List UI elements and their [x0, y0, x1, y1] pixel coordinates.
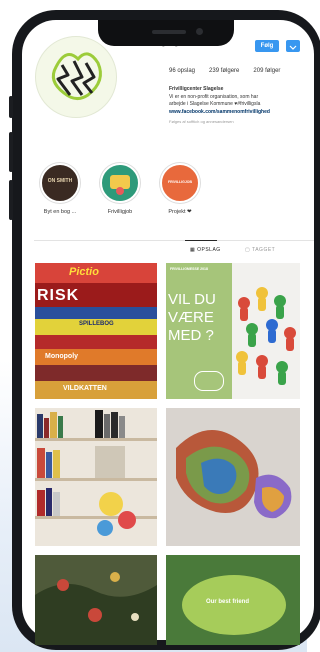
- post-image: [182, 575, 286, 635]
- following-count[interactable]: 209 følger: [253, 68, 280, 74]
- highlight-cover: FRIVILLIGJOB: [160, 163, 200, 203]
- profile-stats: 96 opslag 239 følgere 209 følger: [169, 68, 280, 74]
- active-tab-indicator: [185, 240, 217, 241]
- post-image: [166, 408, 300, 546]
- logo-icon: [194, 371, 224, 391]
- highlight-frivilligjob[interactable]: Frivilligjob: [100, 163, 140, 215]
- front-camera: [196, 28, 203, 35]
- post-text: Pictio: [69, 266, 99, 278]
- post-text: Monopoly: [45, 353, 79, 360]
- highlight-cover: ON SMITH: [40, 163, 80, 203]
- post-text: MED ?: [168, 327, 214, 344]
- highlight-label: Byt en bog ...: [43, 209, 77, 215]
- post-text: Our best friend: [206, 599, 250, 605]
- highlight-label: Frivilligjob: [107, 209, 133, 215]
- profile-avatar[interactable]: [35, 36, 117, 118]
- suggestions-button[interactable]: [286, 40, 300, 52]
- post-image: [35, 408, 157, 546]
- volume-down-button: [9, 180, 13, 220]
- profile-bio: Frivilligcenter Slagelse Vi er en non-pr…: [169, 86, 304, 126]
- highlight-cover-text: ON SMITH: [47, 178, 73, 184]
- post-text: FRIVILLIGMESSE 2018: [170, 267, 208, 271]
- post-games[interactable]: Pictio RISK SPILLEBOG VILDKATTEN Monopol…: [35, 263, 157, 399]
- tab-label: OPSLAG: [197, 247, 221, 253]
- post-green-card[interactable]: Our best friend: [166, 555, 300, 645]
- post-text: VIL DU: [168, 291, 216, 308]
- post-text: VILDKATTEN: [63, 385, 107, 392]
- posts-count: 96 opslag: [169, 68, 196, 74]
- tab-posts[interactable]: ▦ OPSLAG: [190, 247, 221, 253]
- mute-switch: [9, 96, 13, 118]
- highlight-label: Projekt ❤: [168, 209, 192, 215]
- post-image: [35, 555, 157, 645]
- highlight-cover-text: FRIVILLIGJOB: [167, 180, 193, 184]
- post-image: [35, 263, 157, 399]
- followers-count[interactable]: 239 følgere: [209, 68, 239, 74]
- post-yarn[interactable]: [166, 408, 300, 546]
- post-pawns[interactable]: [232, 263, 300, 399]
- bio-line: arbejde i Slagelse Kommune ♥#frivilligsl…: [169, 101, 261, 107]
- post-image: [232, 263, 300, 399]
- bio-name: Frivilligcenter Slagelse: [169, 86, 224, 92]
- bio-line: Vi er en non-profit organisation, som ha…: [169, 93, 259, 100]
- chevron-down-icon: [289, 45, 297, 50]
- tab-label: TAGGET: [252, 247, 276, 253]
- tag-icon: ▢: [245, 247, 253, 253]
- post-text: SPILLEBOG: [79, 321, 114, 327]
- follow-button[interactable]: Følg: [255, 40, 279, 52]
- highlight-byt-en-bog[interactable]: ON SMITH Byt en bog ...: [40, 163, 80, 215]
- post-bookshelf[interactable]: [35, 408, 157, 546]
- post-recruit[interactable]: FRIVILLIGMESSE 2018 VIL DU VÆRE MED ?: [166, 263, 232, 399]
- bio-link[interactable]: www.facebook.com/sammenomfrivillighed: [169, 109, 304, 117]
- followed-by[interactable]: Følges af sofftich og annesandersen: [169, 118, 304, 126]
- highlight-cover: [100, 163, 140, 203]
- tab-divider: [34, 240, 314, 241]
- speaker: [152, 30, 186, 34]
- highlight-projekt[interactable]: FRIVILLIGJOB Projekt ❤: [160, 163, 200, 215]
- volume-up-button: [9, 132, 13, 172]
- post-tree[interactable]: [35, 555, 157, 645]
- tab-tagged[interactable]: ▢ TAGGET: [245, 247, 275, 253]
- post-text: RISK: [37, 287, 80, 304]
- post-text: VÆRE: [168, 309, 214, 326]
- logo-icon: [51, 52, 102, 100]
